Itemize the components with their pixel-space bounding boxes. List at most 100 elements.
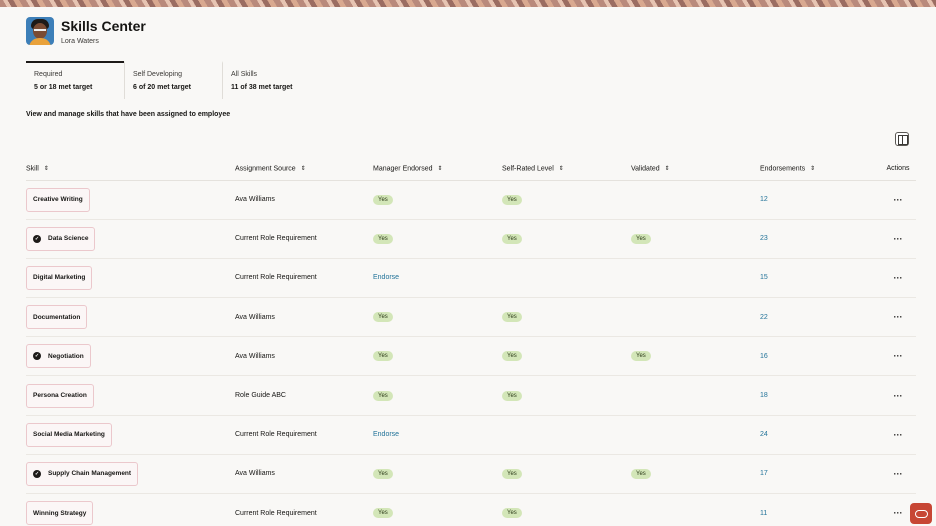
yes-badge: Yes: [631, 468, 651, 479]
column-header-actions: Actions: [880, 158, 916, 181]
yes-badge: Yes: [502, 468, 522, 479]
skill-name: Negotiation: [48, 352, 84, 360]
skill-name: Data Science: [48, 235, 89, 243]
more-actions-icon[interactable]: ···: [894, 234, 903, 244]
skill-name: Supply Chain Management: [48, 470, 132, 478]
sort-icon[interactable]: ⇕: [44, 165, 49, 172]
skill-name: Persona Creation: [33, 392, 87, 400]
skill-chip[interactable]: Creative Writing: [26, 187, 90, 212]
more-actions-icon[interactable]: ···: [894, 430, 903, 440]
tab-value: 6 of 20 met target: [133, 84, 191, 91]
page-description: View and manage skills that have been as…: [26, 111, 231, 118]
assignment-source: Current Role Requirement: [235, 415, 373, 455]
skill-chip[interactable]: Winning Strategy: [26, 501, 94, 526]
skill-chip[interactable]: Digital Marketing: [26, 265, 93, 290]
check-badge-icon: ✓: [33, 469, 41, 478]
check-badge-icon: ✓: [33, 352, 41, 361]
endorsements-count-link[interactable]: 23: [760, 235, 768, 242]
yes-badge: Yes: [373, 351, 393, 362]
tab-value: 5 or 18 met target: [34, 84, 93, 91]
column-header-manager-endorsed[interactable]: Manager Endorsed ⇕: [373, 158, 502, 181]
column-header-endorsements[interactable]: Endorsements ⇕: [760, 158, 880, 181]
tab-value: 11 of 38 met target: [231, 84, 293, 91]
sort-icon[interactable]: ⇕: [810, 165, 815, 172]
endorse-link[interactable]: Endorse: [373, 431, 399, 438]
yes-badge: Yes: [373, 312, 393, 323]
table-row: ✓ Negotiation Ava Williams Yes Yes Yes 16 ···: [26, 336, 916, 377]
sort-icon[interactable]: ⇕: [438, 165, 443, 172]
endorsements-count-link[interactable]: 15: [760, 274, 768, 281]
column-header-self-rated[interactable]: Self-Rated Level ⇕: [502, 158, 631, 181]
endorsements-count-link[interactable]: 11: [760, 510, 767, 517]
page-header: Skills Center Lora Waters: [26, 17, 146, 45]
sort-icon[interactable]: ⇕: [301, 165, 306, 172]
column-header-source[interactable]: Assignment Source ⇕: [235, 158, 373, 181]
skill-name: Documentation: [33, 313, 81, 321]
tab-self-developing[interactable]: Self Developing 6 of 20 met target: [124, 61, 222, 99]
more-actions-icon[interactable]: ···: [894, 391, 903, 401]
skill-chip[interactable]: Documentation: [26, 305, 88, 330]
table-row: Social Media Marketing Current Role Requi…: [26, 415, 916, 455]
page-title: Skills Center: [61, 17, 146, 34]
table-row: ✓ Supply Chain Management Ava Williams Yes Y…: [26, 454, 916, 495]
tab-required[interactable]: Required 5 or 18 met target: [26, 61, 124, 99]
title-block: Skills Center Lora Waters: [61, 18, 146, 45]
check-badge-icon: ✓: [33, 234, 41, 243]
skill-chip[interactable]: Social Media Marketing: [26, 422, 112, 447]
more-actions-icon[interactable]: ···: [894, 195, 903, 205]
assignment-source: Ava Williams: [235, 297, 373, 338]
skill-chip[interactable]: ✓ Negotiation: [26, 344, 91, 369]
table-row: Documentation Ava Williams Yes Yes 22 ···: [26, 297, 916, 338]
yes-badge: Yes: [502, 508, 522, 519]
endorsements-count-link[interactable]: 12: [760, 196, 768, 203]
assignment-source: Current Role Requirement: [235, 258, 373, 299]
more-actions-icon[interactable]: ···: [894, 469, 903, 479]
skill-name: Social Media Marketing: [33, 431, 105, 439]
table-row: ✓ Data Science Current Role Requirement Yes…: [26, 219, 916, 259]
user-avatar[interactable]: [26, 17, 54, 45]
endorsements-count-link[interactable]: 18: [760, 392, 768, 399]
yes-badge: Yes: [373, 194, 393, 205]
sort-icon[interactable]: ⇕: [559, 165, 564, 172]
skill-tabs: Required 5 or 18 met target Self Develop…: [26, 61, 320, 99]
column-header-validated[interactable]: Validated ⇕: [631, 158, 760, 181]
more-actions-icon[interactable]: ···: [894, 351, 903, 361]
skill-chip[interactable]: ✓ Data Science: [26, 226, 96, 251]
assignment-source: Role Guide ABC: [235, 375, 373, 416]
endorse-link[interactable]: Endorse: [373, 274, 399, 281]
table-row: Creative Writing Ava Williams Yes Yes 12 ···: [26, 180, 916, 220]
assignment-source: Current Role Requirement: [235, 219, 373, 259]
skill-name: Digital Marketing: [33, 274, 86, 282]
endorsements-count-link[interactable]: 16: [760, 353, 768, 360]
more-actions-icon[interactable]: ···: [894, 312, 903, 322]
yes-badge: Yes: [631, 351, 651, 362]
table-row: Persona Creation Role Guide ABC Yes Yes 18 ··…: [26, 375, 916, 416]
skills-table: Skill ⇕ Assignment Source ⇕ Manager Endors…: [26, 158, 916, 526]
skill-chip[interactable]: ✓ Supply Chain Management: [26, 461, 139, 486]
endorsements-count-link[interactable]: 17: [760, 470, 768, 477]
assignment-source: Ava Williams: [235, 180, 373, 220]
column-header-skill[interactable]: Skill ⇕: [26, 158, 235, 181]
yes-badge: Yes: [502, 233, 522, 244]
endorsements-count-link[interactable]: 22: [760, 314, 768, 321]
more-actions-icon[interactable]: ···: [894, 273, 903, 283]
assignment-source: Current Role Requirement: [235, 493, 373, 526]
sort-icon[interactable]: ⇕: [665, 165, 670, 172]
panel-toggle-icon[interactable]: [895, 132, 909, 146]
yes-badge: Yes: [502, 351, 522, 362]
assignment-source: Ava Williams: [235, 336, 373, 377]
table-header-row: Skill ⇕ Assignment Source ⇕ Manager Endors…: [26, 158, 916, 181]
tab-all-skills[interactable]: All Skills 11 of 38 met target: [222, 61, 320, 99]
yes-badge: Yes: [373, 233, 393, 244]
tab-label: Required: [34, 71, 63, 78]
assignment-source: Ava Williams: [235, 454, 373, 495]
skill-chip[interactable]: Persona Creation: [26, 383, 94, 408]
more-actions-icon[interactable]: ···: [894, 508, 903, 518]
yes-badge: Yes: [373, 390, 393, 401]
skill-name: Winning Strategy: [33, 509, 87, 517]
skill-name: Creative Writing: [33, 196, 83, 204]
endorsements-count-link[interactable]: 24: [760, 431, 768, 438]
oracle-assistant-icon[interactable]: [910, 503, 932, 524]
tab-label: Self Developing: [133, 71, 183, 78]
yes-badge: Yes: [373, 468, 393, 479]
